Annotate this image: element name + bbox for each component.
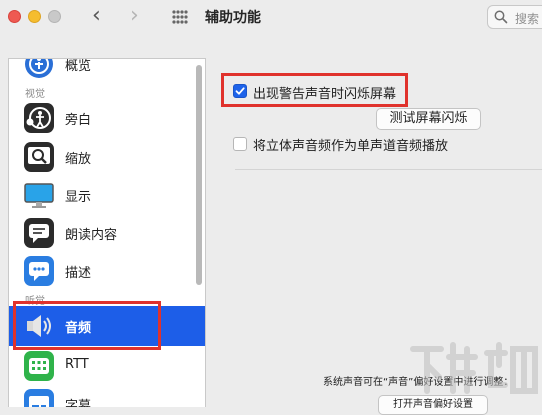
sidebar-item-voiceover[interactable]: 旁白 [9,99,205,137]
search-field[interactable]: 搜索 [487,5,542,29]
spoken-content-icon [23,217,55,249]
forward-button[interactable]: › [130,3,139,29]
captions-icon [23,388,55,407]
show-all-grid-icon[interactable] [172,10,188,24]
close-window-button[interactable] [8,10,21,23]
watermark-logo [405,335,540,405]
mono-audio-label: 将立体声音频作为单声道音频播放 [253,139,449,154]
sidebar: 概览 视觉 旁白 缩放 显示 朗读内容 描述 听觉 音频 RTT 字幕 [8,58,206,407]
overview-icon [23,59,55,80]
sidebar-item-label: 字幕 [65,399,92,407]
mono-audio-checkbox[interactable] [233,137,247,151]
display-icon [23,179,55,211]
sidebar-item-label: 显示 [65,190,92,205]
highlight-box-audio [13,301,161,350]
sidebar-item-descriptions[interactable]: 描述 [9,252,205,290]
sidebar-item-overview[interactable]: 概览 [9,59,205,83]
zoom-icon [23,141,55,173]
sidebar-item-label: 缩放 [65,152,92,167]
sidebar-scrollbar[interactable] [196,65,202,285]
back-button[interactable]: ‹ [92,3,101,29]
sidebar-item-spoken-content[interactable]: 朗读内容 [9,214,205,252]
sidebar-item-captions[interactable]: 字幕 [9,385,205,407]
voiceover-icon [23,102,55,134]
search-placeholder: 搜索 [515,12,540,26]
sidebar-item-label: 朗读内容 [65,228,118,243]
rtt-icon [23,350,55,382]
sidebar-item-zoom[interactable]: 缩放 [9,138,205,176]
window-toolbar: ‹ › 辅助功能 搜索 [0,0,542,36]
divider [235,169,542,170]
descriptions-icon [23,255,55,287]
zoom-window-button[interactable] [48,10,61,23]
section-vision-header: 视觉 [25,89,45,100]
sidebar-item-label: 概览 [65,59,92,74]
window-title: 辅助功能 [205,10,261,26]
sidebar-item-label: 描述 [65,266,92,281]
sidebar-item-display[interactable]: 显示 [9,176,205,214]
test-screen-flash-button[interactable]: 测试屏幕闪烁 [376,108,481,130]
highlight-box-flash-screen [221,73,408,107]
sidebar-item-label: RTT [65,357,89,372]
sidebar-item-rtt[interactable]: RTT [9,347,205,385]
sidebar-item-label: 旁白 [65,113,92,128]
search-icon [494,9,508,24]
minimize-window-button[interactable] [28,10,41,23]
